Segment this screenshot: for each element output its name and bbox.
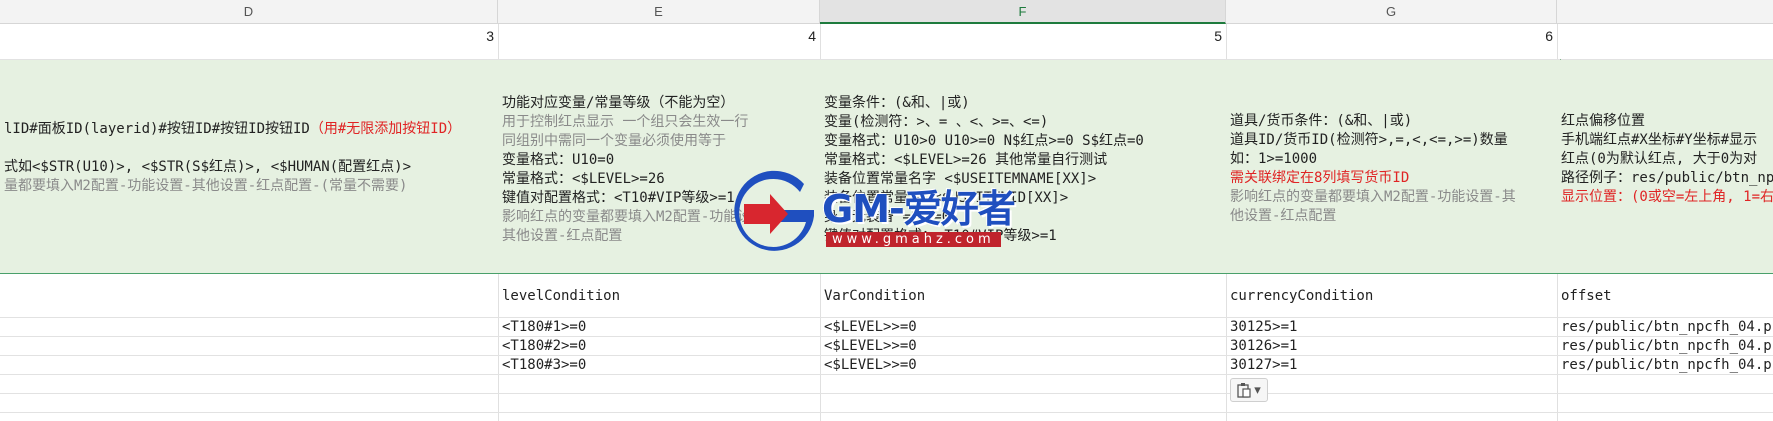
cell-f[interactable]: <$LEVEL>>=0 — [820, 356, 1226, 374]
desc-line: 键值对配置格式：<T10#VIP等级>=1 — [502, 190, 735, 206]
cell-g[interactable]: 30126>=1 — [1226, 337, 1557, 355]
desc-line: 键值对配置格式：<T10#VIP等级>=1 — [824, 228, 1057, 244]
cell-d[interactable] — [0, 337, 498, 355]
desc-line: 道具/货币条件：(&和、|或) — [1230, 113, 1413, 129]
desc-line: 红点(0为默认红点, 大于0为对 — [1561, 151, 1758, 167]
cell-e[interactable]: <T180#2>=0 — [498, 337, 820, 355]
table-row: <T180#1>=0 <$LEVEL>>=0 30125>=1 res/publ… — [0, 318, 1773, 337]
desc-line: 量都要填入M2配置-功能设置-其他设置-红点配置-(常量不需要) — [4, 178, 408, 194]
column-header-d[interactable]: D — [0, 0, 498, 24]
field-name-row: levelCondition VarCondition currencyCond… — [0, 274, 1773, 318]
desc-line: 功能对应变量/常量等级（不能为空） — [502, 95, 735, 111]
cell-d[interactable] — [0, 356, 498, 374]
desc-line: 路径例子：res/public/btn_np — [1561, 170, 1773, 186]
desc-line: 道具ID/货币ID(检测符>,=,<,<=,>=)数量 — [1230, 132, 1508, 148]
cell-e-number[interactable]: 4 — [498, 24, 820, 59]
desc-line: 同组别中需同一个变量必须使用等于 — [502, 133, 726, 149]
desc-line: 手机端红点#X坐标#Y坐标#显示 — [1561, 132, 1758, 148]
cell-d-number[interactable]: 3 — [0, 24, 498, 59]
desc-line — [4, 139, 498, 158]
desc-line: 常量格式：<$LEVEL>=26 — [502, 171, 665, 187]
description-row: lID#面板ID(layerid)#按钮ID#按钮ID按钮ID（用#无限添加按钮… — [0, 60, 1773, 274]
cell-h[interactable]: res/public/btn_npcfh_04.png — [1557, 356, 1773, 374]
cell-h[interactable]: res/public/btn_npcfh_04.png — [1557, 318, 1773, 336]
desc-line: 装备位置常量ID <$USEITEMID[XX]> — [824, 190, 1069, 206]
cell-g[interactable]: 30127>=1 — [1226, 356, 1557, 374]
table-row — [0, 375, 1773, 394]
cell-d-field[interactable] — [0, 274, 498, 317]
column-header-g[interactable]: G — [1226, 0, 1557, 24]
desc-line: 变量(检测符：>、= 、<、>=、<=) — [824, 114, 1049, 130]
column-header-h[interactable] — [1557, 0, 1773, 24]
number-row: 3 4 5 6 — [0, 24, 1773, 60]
cell-h-field[interactable]: offset — [1557, 274, 1773, 317]
desc-line: 用于控制红点显示 一个组只会生效一行 — [502, 114, 749, 130]
cell-d[interactable] — [0, 318, 498, 336]
cell-f[interactable]: <$LEVEL>>=0 — [820, 318, 1226, 336]
desc-line: 常量格式：<$LEVEL>=26 其他常量自行测试 — [824, 152, 1108, 168]
cell-h-description[interactable]: 红点偏移位置 手机端红点#X坐标#Y坐标#显示 红点(0为默认红点, 大于0为对… — [1557, 60, 1773, 273]
paste-options-button[interactable]: ▾ — [1230, 378, 1268, 402]
cell-e[interactable]: <T180#3>=0 — [498, 356, 820, 374]
cell-e-field[interactable]: levelCondition — [498, 274, 820, 317]
table-row: <T180#2>=0 <$LEVEL>>=0 30126>=1 res/publ… — [0, 337, 1773, 356]
table-row — [0, 394, 1773, 413]
desc-line: 身上无装备 =0或=0 — [824, 209, 951, 225]
column-header-e[interactable]: E — [498, 0, 820, 24]
desc-line: 装备位置常量名字 <$USEITEMNAME[XX]> — [824, 171, 1097, 187]
cell-f[interactable]: <$LEVEL>>=0 — [820, 337, 1226, 355]
cell-g-field[interactable]: currencyCondition — [1226, 274, 1557, 317]
cell-f-description[interactable]: 变量条件：(&和、|或) 变量(检测符：>、= 、<、>=、<=) 变量格式：U… — [820, 60, 1226, 273]
desc-line: 需关联绑定在8列填写货币ID — [1230, 170, 1410, 186]
spreadsheet-grid: D E F G 3 4 5 6 lID#面板ID(layerid)#按钮ID#按… — [0, 0, 1773, 421]
cell-e-description[interactable]: 功能对应变量/常量等级（不能为空） 用于控制红点显示 一个组只会生效一行 同组别… — [498, 60, 820, 273]
desc-line: 式如<$STR(U10)>, <$STR(S$红点)>, <$HUMAN(配置红… — [4, 159, 412, 175]
desc-line: 变量条件：(&和、|或) — [824, 95, 970, 111]
desc-line: lID#面板ID(layerid)#按钮ID#按钮ID按钮ID（用#无限添加按钮… — [4, 121, 462, 137]
table-row: <T180#3>=0 <$LEVEL>>=0 30127>=1 res/publ… — [0, 356, 1773, 375]
column-header-f[interactable]: F — [820, 0, 1226, 24]
cell-f-number[interactable]: 5 — [820, 24, 1226, 59]
cell-d-description[interactable]: lID#面板ID(layerid)#按钮ID#按钮ID按钮ID（用#无限添加按钮… — [0, 60, 498, 273]
desc-line: 他设置-红点配置 — [1230, 208, 1337, 224]
desc-line: 影响红点的变量都要填入M2配置-功能设置-其 — [1230, 189, 1516, 205]
cell-f-field[interactable]: VarCondition — [820, 274, 1226, 317]
desc-line: 变量格式：U10>0 U10>=0 N$红点>=0 S$红点=0 — [824, 133, 1144, 149]
cell-h[interactable]: res/public/btn_npcfh_04.png — [1557, 337, 1773, 355]
paste-options-icon — [1237, 383, 1251, 398]
desc-line: 变量格式：U10=0 — [502, 152, 615, 168]
desc-line: 其他设置-红点配置 — [502, 228, 623, 244]
cell-g-number[interactable]: 6 — [1226, 24, 1557, 59]
desc-line: 影响红点的变量都要填入M2配置-功能设置- — [502, 209, 774, 225]
chevron-down-icon: ▾ — [1254, 382, 1261, 398]
cell-g[interactable]: 30125>=1 — [1226, 318, 1557, 336]
cell-g-description[interactable]: 道具/货币条件：(&和、|或) 道具ID/货币ID(检测符>,=,<,<=,>=… — [1226, 60, 1557, 273]
desc-line: 显示位置：(0或空=左上角, 1=右 — [1561, 189, 1773, 205]
desc-line: 红点偏移位置 — [1561, 113, 1645, 129]
desc-line: 如：1>=1000 — [1230, 151, 1318, 167]
cell-e[interactable]: <T180#1>=0 — [498, 318, 820, 336]
